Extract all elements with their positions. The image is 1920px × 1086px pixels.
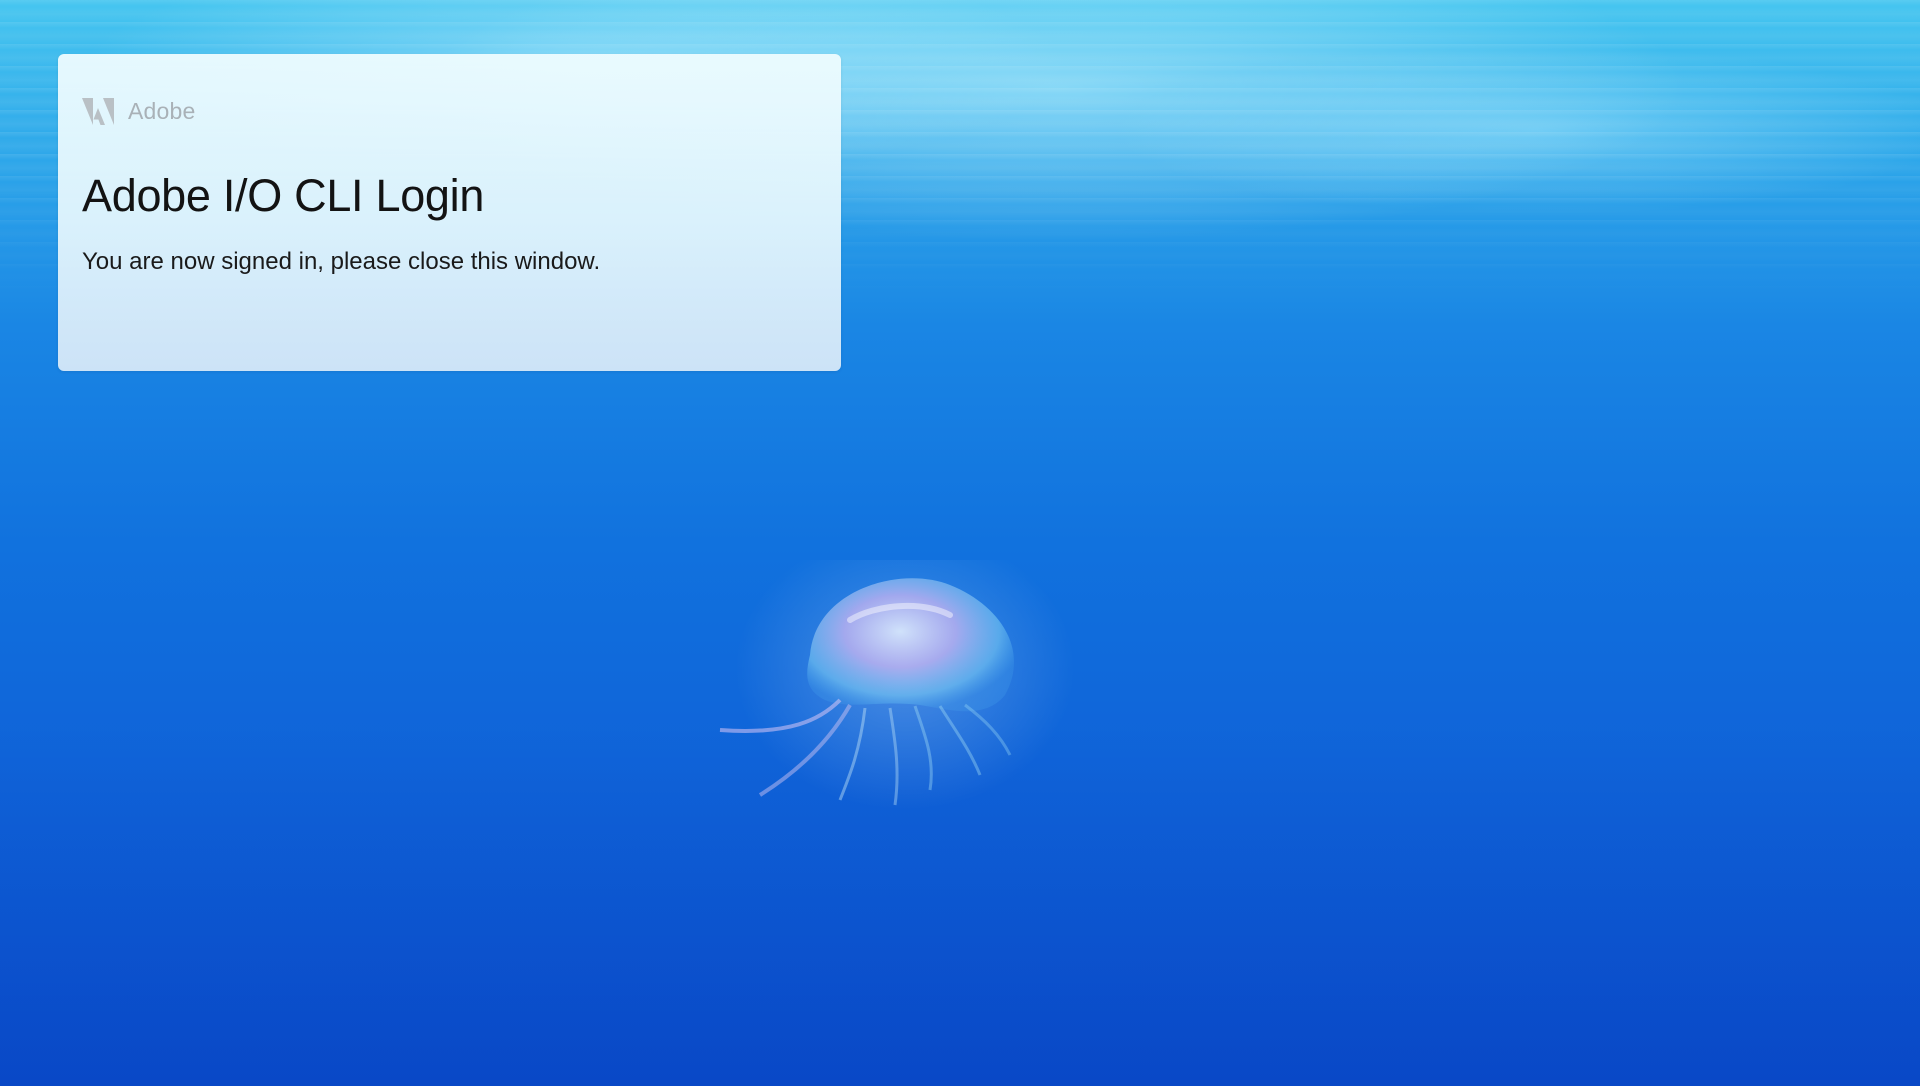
brand-name: Adobe: [128, 97, 196, 124]
adobe-logo-icon: [82, 97, 114, 125]
brand-header: Adobe: [82, 96, 817, 126]
page-title: Adobe I/O CLI Login: [82, 170, 485, 221]
signed-in-message: You are now signed in, please close this…: [82, 248, 601, 275]
jellyfish-image: [719, 560, 1075, 810]
login-card: Adobe Adobe I/O CLI Login You are now si…: [58, 54, 841, 371]
